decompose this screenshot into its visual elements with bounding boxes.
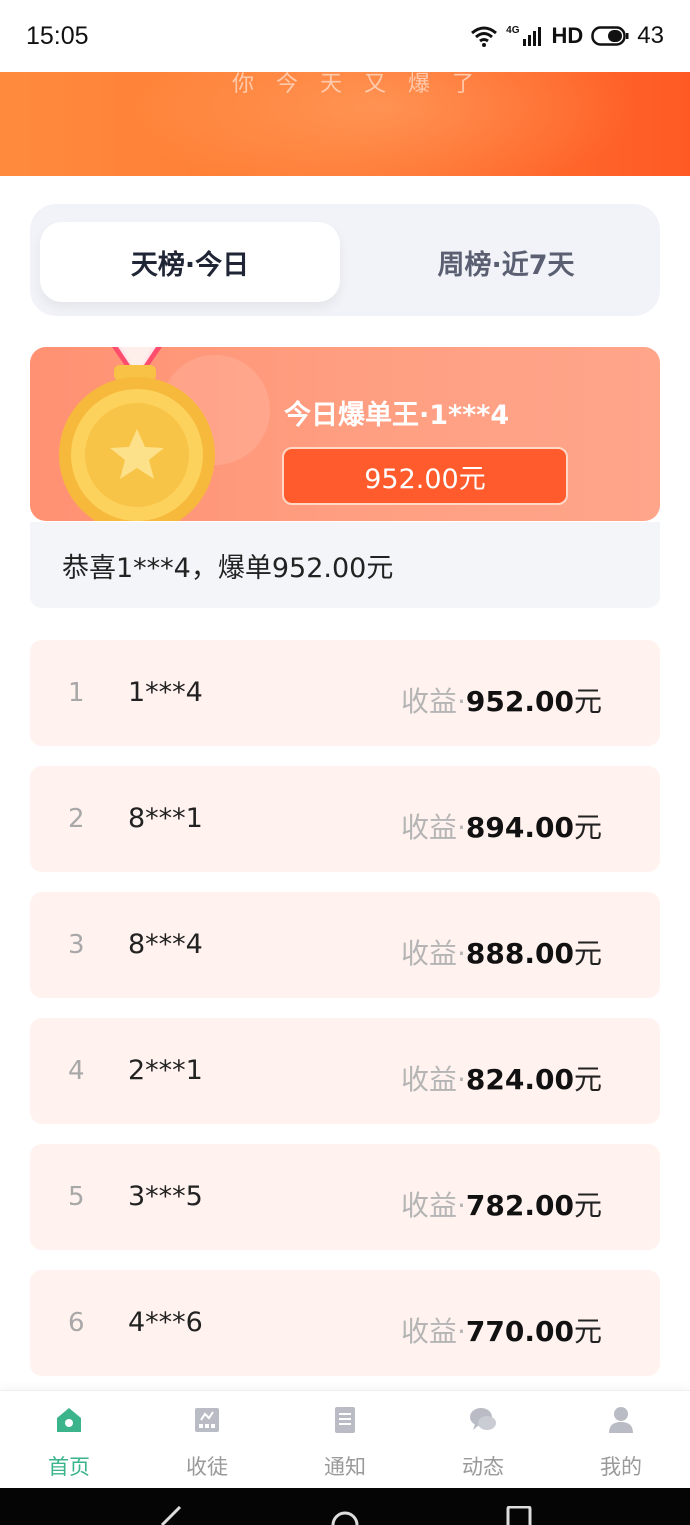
home-circle-icon[interactable]	[330, 1506, 360, 1525]
tab-weekly[interactable]: 周榜·近7天	[356, 222, 656, 302]
earnings-unit: 元	[573, 937, 602, 970]
champion-title: 今日爆单王·1***4	[284, 400, 510, 431]
recents-icon[interactable]	[506, 1506, 532, 1525]
nav-label-profile: 我的	[600, 1455, 642, 1479]
chat-icon	[470, 1408, 496, 1430]
ranking-row[interactable]: 2 8***1 收益·894.00元	[30, 766, 660, 872]
nav-home[interactable]: 首页	[0, 1391, 138, 1489]
nav-profile[interactable]: 我的	[552, 1391, 690, 1489]
rank-user: 8***1	[128, 803, 203, 834]
earnings-unit: 元	[573, 1189, 602, 1222]
champion-card: 今日爆单王·1***4 952.00元	[30, 347, 660, 521]
rank-number: 4	[68, 1056, 85, 1086]
wifi-icon	[471, 26, 498, 47]
system-nav-bar	[0, 1488, 690, 1525]
rank-user: 8***4	[128, 929, 203, 960]
battery-icon	[591, 26, 629, 46]
champion-amount: 952.00元	[282, 447, 568, 505]
recruit-icon	[195, 1408, 219, 1432]
ranking-row[interactable]: 6 4***6 收益·770.00元	[30, 1270, 660, 1376]
nav-label-recruit: 收徒	[186, 1455, 228, 1479]
earnings-label: 收益·	[401, 937, 466, 970]
rank-number: 1	[68, 678, 85, 708]
nav-label-feed: 动态	[462, 1455, 504, 1479]
leaderboard-tabs: 天榜·今日 周榜·近7天	[30, 204, 660, 316]
tab-daily[interactable]: 天榜·今日	[40, 222, 340, 302]
ranking-row[interactable]: 3 8***4 收益·888.00元	[30, 892, 660, 998]
user-icon	[609, 1407, 633, 1433]
signal-icon	[522, 27, 541, 46]
back-icon[interactable]	[158, 1506, 184, 1525]
header-banner: 你今天又爆了	[0, 72, 690, 176]
rank-earnings: 收益·824.00元	[401, 1058, 602, 1098]
earnings-unit: 元	[573, 1315, 602, 1348]
earnings-label: 收益·	[401, 685, 466, 718]
ranking-row[interactable]: 5 3***5 收益·782.00元	[30, 1144, 660, 1250]
rank-user: 3***5	[128, 1181, 203, 1212]
rank-number: 3	[68, 930, 85, 960]
nav-recruit[interactable]: 收徒	[138, 1391, 276, 1489]
ranking-row[interactable]: 1 1***4 收益·952.00元	[30, 640, 660, 746]
network-type: 4G	[506, 24, 520, 36]
earnings-label: 收益·	[401, 1315, 466, 1348]
status-time: 15:05	[26, 21, 89, 50]
earnings-unit: 元	[573, 811, 602, 844]
leaderboard-sheet: 天榜·今日 周榜·近7天 今日爆单王·1***4 952.00元 恭喜1***4…	[0, 180, 690, 1390]
rank-number: 2	[68, 804, 85, 834]
rank-number: 6	[68, 1308, 85, 1338]
gold-medal-icon	[52, 347, 222, 521]
earnings-label: 收益·	[401, 811, 466, 844]
earnings-amount: 824.00	[465, 1063, 574, 1096]
home-icon	[57, 1408, 81, 1432]
status-bar: 15:05 4G HD 43	[0, 0, 690, 72]
status-icons: 4G HD 43	[470, 22, 664, 50]
nav-notice[interactable]: 通知	[276, 1391, 414, 1489]
banner-faded-text: 你今天又爆了	[232, 72, 497, 97]
earnings-amount: 888.00	[465, 937, 574, 970]
nav-label-notice: 通知	[324, 1455, 366, 1479]
rank-earnings: 收益·782.00元	[401, 1184, 602, 1224]
notice-icon	[335, 1407, 355, 1433]
earnings-amount: 782.00	[465, 1189, 574, 1222]
rank-number: 5	[68, 1182, 85, 1212]
rank-earnings: 收益·888.00元	[401, 932, 602, 972]
rank-earnings: 收益·770.00元	[401, 1310, 602, 1350]
congrats-message: 恭喜1***4，爆单952.00元	[30, 522, 660, 608]
bottom-nav: 首页 收徒 通知 动态 我的	[0, 1390, 690, 1488]
earnings-unit: 元	[573, 1063, 602, 1096]
earnings-label: 收益·	[401, 1189, 466, 1222]
battery-level: 43	[637, 22, 664, 49]
earnings-label: 收益·	[401, 1063, 466, 1096]
rank-earnings: 收益·952.00元	[401, 680, 602, 720]
earnings-unit: 元	[573, 685, 602, 718]
rank-user: 2***1	[128, 1055, 203, 1086]
earnings-amount: 770.00	[465, 1315, 574, 1348]
nav-feed[interactable]: 动态	[414, 1391, 552, 1489]
earnings-amount: 952.00	[465, 685, 574, 718]
hd-badge: HD	[551, 23, 584, 48]
rank-user: 4***6	[128, 1307, 203, 1338]
nav-label-home: 首页	[48, 1455, 90, 1479]
rank-user: 1***4	[128, 677, 203, 708]
rank-earnings: 收益·894.00元	[401, 806, 602, 846]
earnings-amount: 894.00	[465, 811, 574, 844]
ranking-row[interactable]: 4 2***1 收益·824.00元	[30, 1018, 660, 1124]
